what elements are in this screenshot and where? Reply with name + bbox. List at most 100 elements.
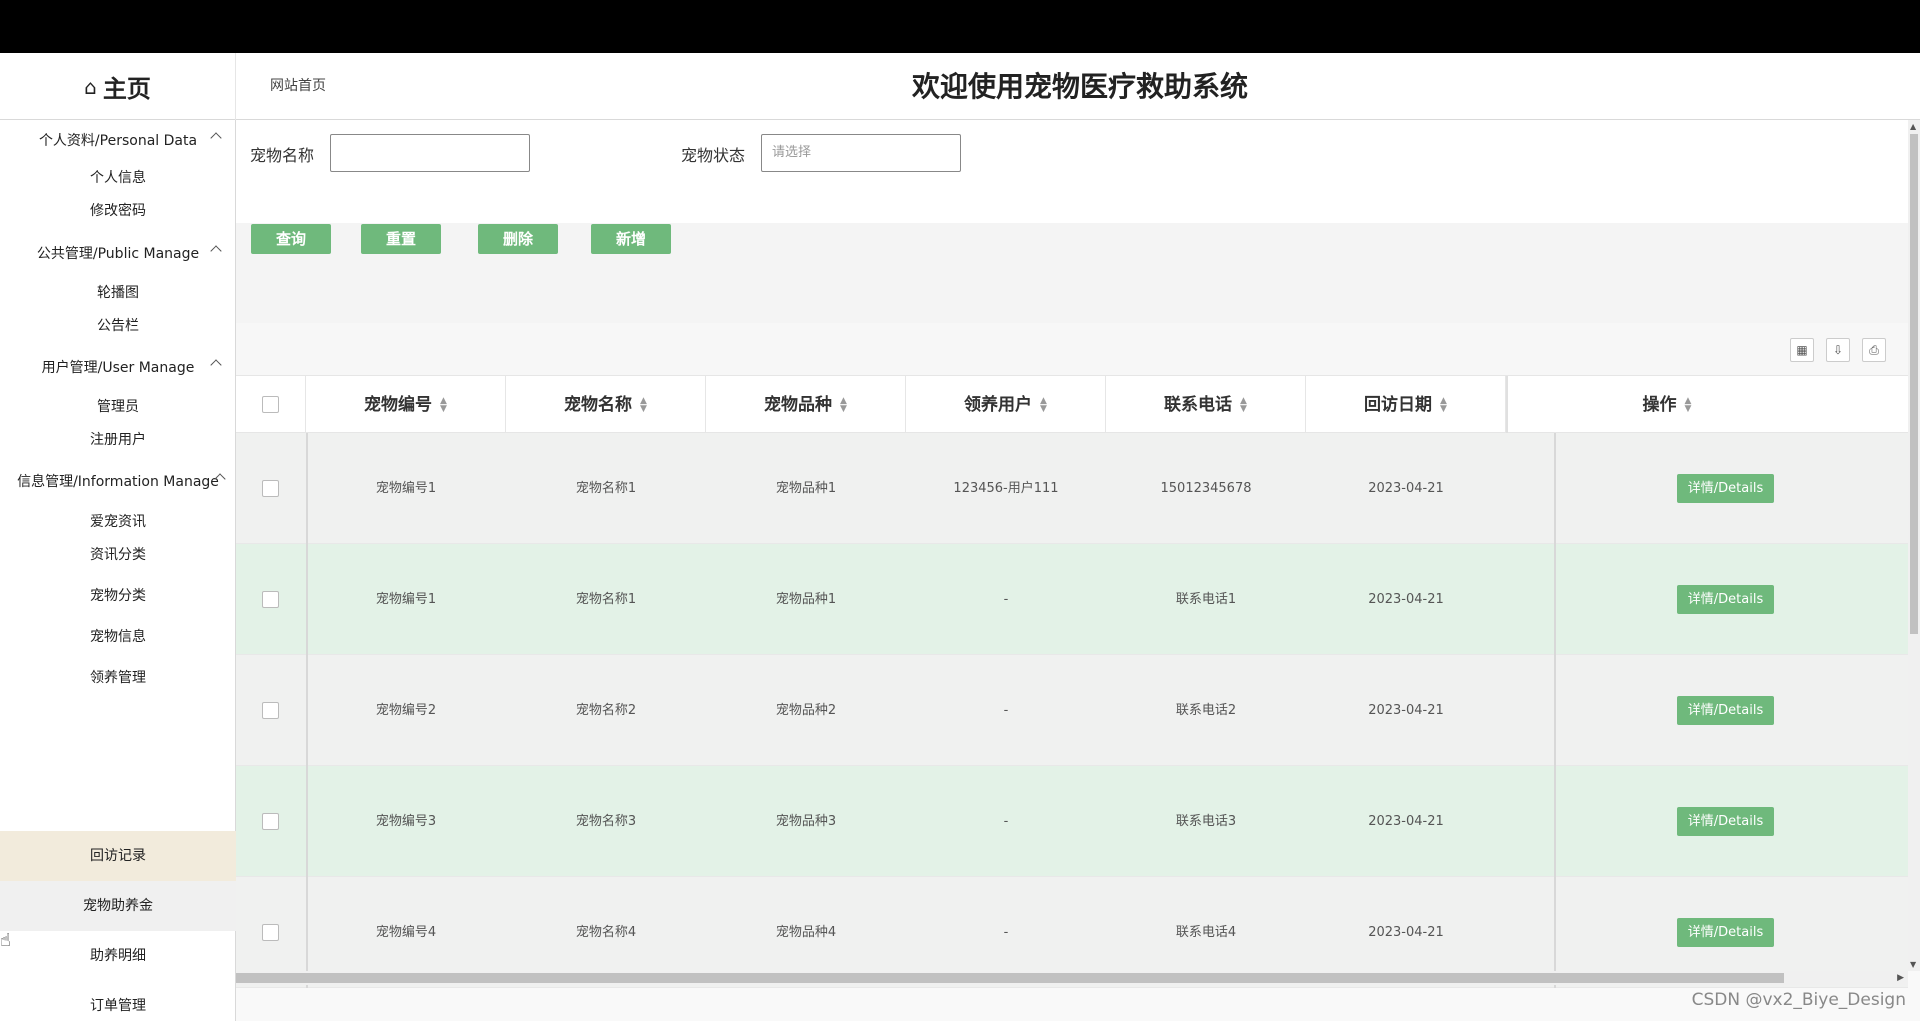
row-select-cell [236, 433, 306, 544]
table-cell-name: 宠物名称1 [575, 481, 637, 496]
sidebar-item-registered-users[interactable]: 注册用户 [0, 420, 235, 460]
sort-icon[interactable]: ▲ ▼ [840, 397, 847, 414]
table-row[interactable]: 宠物编号2 宠物名称2 宠物品种2 - 联系电话2 2023-04-21 详情/Detail… [236, 655, 1908, 766]
sidebar-group-label: 个人资料/Personal Data [38, 133, 198, 149]
sidebar-group-personal[interactable]: 个人资料/Personal Data [0, 120, 235, 160]
scrollbar-thumb[interactable] [236, 973, 1784, 983]
row-checkbox[interactable] [262, 924, 279, 941]
row-checkbox[interactable] [262, 480, 279, 497]
scrollbar-thumb[interactable] [1910, 134, 1918, 634]
scroll-up-icon[interactable]: ▲ [1910, 122, 1916, 131]
column-header-label: 宠物编号 [364, 395, 433, 415]
sort-icon[interactable]: ▲ ▼ [440, 397, 447, 414]
header: ⌂ 主页 网站首页 欢迎使用宠物医疗救助系统 [0, 53, 1920, 120]
table-cell-phone: 联系电话1 [1175, 592, 1237, 607]
table-row[interactable]: 宠物编号3 宠物名称3 宠物品种3 - 联系电话3 2023-04-21 详情/Detail… [236, 766, 1908, 877]
export-icon[interactable]: ⇩ [1826, 338, 1850, 362]
column-header-action[interactable]: 操作 ▲ ▼ [1506, 376, 1826, 434]
row-checkbox[interactable] [262, 591, 279, 608]
column-header-phone[interactable]: 联系电话 ▲ ▼ [1106, 376, 1306, 434]
column-header-label: 联系电话 [1164, 395, 1233, 415]
sidebar-item-change-password[interactable]: 修改密码 [0, 191, 235, 231]
search-form: 宠物名称 宠物状态 请选择 [236, 120, 1920, 223]
row-select-cell [236, 655, 306, 766]
sidebar-item-news-category[interactable]: 资讯分类 [0, 535, 235, 575]
table-row[interactable]: 宠物编号1 宠物名称1 宠物品种1 123456-用户111 15012345678 20… [236, 433, 1908, 544]
table-cell-user: 123456-用户111 [953, 481, 1059, 496]
table-cell-date: 2023-04-21 [1368, 814, 1444, 829]
column-header-label: 操作 [1642, 395, 1677, 415]
columns-icon[interactable]: ▦ [1790, 338, 1814, 362]
reset-button[interactable]: 重置 [361, 224, 441, 254]
table-cell-id: 宠物编号1 [375, 592, 437, 607]
scroll-down-icon[interactable]: ▼ [1910, 960, 1916, 969]
delete-button[interactable]: 删除 [478, 224, 558, 254]
column-header-date[interactable]: 回访日期 ▲ ▼ [1306, 376, 1506, 434]
column-header-breed[interactable]: 宠物品种 ▲ ▼ [706, 376, 906, 434]
column-header-label: 领养用户 [964, 395, 1033, 415]
sidebar-item-fund-details[interactable]: 助养明细 [0, 936, 236, 976]
table-cell-id: 宠物编号3 [375, 814, 437, 829]
table-cell-phone: 联系电话2 [1175, 703, 1237, 718]
sidebar-group-users[interactable]: 用户管理/User Manage [0, 347, 235, 387]
chevron-up-icon [210, 245, 222, 257]
sidebar-group-public[interactable]: 公共管理/Public Manage [0, 233, 235, 273]
table-cell-date: 2023-04-21 [1368, 481, 1444, 496]
sidebar-group-label: 公共管理/Public Manage [36, 246, 200, 262]
sidebar-item-notice[interactable]: 公告栏 [0, 306, 235, 346]
home-label: 主页 [102, 75, 151, 103]
column-header-id[interactable]: 宠物编号 ▲ ▼ [306, 376, 506, 434]
breadcrumb[interactable]: 网站首页 [270, 53, 326, 120]
column-divider [1554, 655, 1556, 766]
home-icon: ⌂ [84, 74, 97, 99]
table-cell-name: 宠物名称3 [575, 814, 637, 829]
row-checkbox[interactable] [262, 702, 279, 719]
sort-icon[interactable]: ▲ ▼ [1040, 397, 1047, 414]
details-button[interactable]: 详情/Details [1677, 696, 1774, 725]
table-cell-id: 宠物编号1 [375, 481, 437, 496]
column-header-name[interactable]: 宠物名称 ▲ ▼ [506, 376, 706, 434]
row-select-cell [236, 766, 306, 877]
horizontal-scrollbar[interactable]: ▶ [236, 971, 1908, 985]
details-button[interactable]: 详情/Details [1677, 918, 1774, 947]
sidebar-group-information[interactable]: 信息管理/Information Manage [0, 461, 235, 501]
details-button[interactable]: 详情/Details [1677, 585, 1774, 614]
select-all-checkbox[interactable] [262, 396, 279, 413]
pet-status-select[interactable]: 请选择 [761, 134, 961, 172]
sidebar-item-visit-records-label[interactable]: 回访记录 [0, 836, 236, 876]
table-row[interactable]: 宠物编号1 宠物名称1 宠物品种1 - 联系电话1 2023-04-21 详情/Detail… [236, 544, 1908, 655]
sidebar-item-orders[interactable]: 订单管理 [0, 986, 236, 1021]
sort-icon[interactable]: ▲ ▼ [1685, 397, 1692, 414]
pet-name-label: 宠物名称 [250, 146, 315, 165]
pet-name-input[interactable] [330, 134, 530, 172]
scroll-right-icon[interactable]: ▶ [1897, 971, 1904, 985]
sidebar-item-pet-info[interactable]: 宠物信息 [0, 617, 235, 657]
details-button[interactable]: 详情/Details [1677, 474, 1774, 503]
sidebar-item-adoption[interactable]: 领养管理 [0, 658, 235, 698]
print-icon[interactable]: ⎙ [1862, 338, 1886, 362]
vertical-scrollbar[interactable]: ▲ ▼ [1908, 120, 1920, 971]
column-header-user[interactable]: 领养用户 ▲ ▼ [906, 376, 1106, 434]
row-select-cell [236, 544, 306, 655]
table-cell-user: - [1003, 703, 1009, 718]
column-divider [1554, 433, 1556, 544]
table-cell-breed: 宠物品种1 [775, 481, 837, 496]
sort-icon[interactable]: ▲ ▼ [640, 397, 647, 414]
sidebar-item-pet-fund[interactable]: 宠物助养金 [0, 886, 236, 926]
watermark: CSDN @vx2_Biye_Design [1691, 990, 1906, 1010]
table-cell-breed: 宠物品种2 [775, 703, 837, 718]
mouse-cursor-icon: ☝ [0, 930, 11, 951]
table-toolbar [236, 323, 1920, 375]
table-cell-date: 2023-04-21 [1368, 592, 1444, 607]
details-button[interactable]: 详情/Details [1677, 807, 1774, 836]
chevron-up-icon [210, 359, 222, 371]
top-black-bar [0, 0, 1920, 53]
sort-icon[interactable]: ▲ ▼ [1240, 397, 1247, 414]
row-checkbox[interactable] [262, 813, 279, 830]
sidebar-item-pet-category[interactable]: 宠物分类 [0, 576, 235, 616]
home-link[interactable]: ⌂ 主页 [0, 53, 236, 120]
table-cell-user: - [1003, 814, 1009, 829]
add-button[interactable]: 新增 [591, 224, 671, 254]
sort-icon[interactable]: ▲ ▼ [1440, 397, 1447, 414]
query-button[interactable]: 查询 [251, 224, 331, 254]
